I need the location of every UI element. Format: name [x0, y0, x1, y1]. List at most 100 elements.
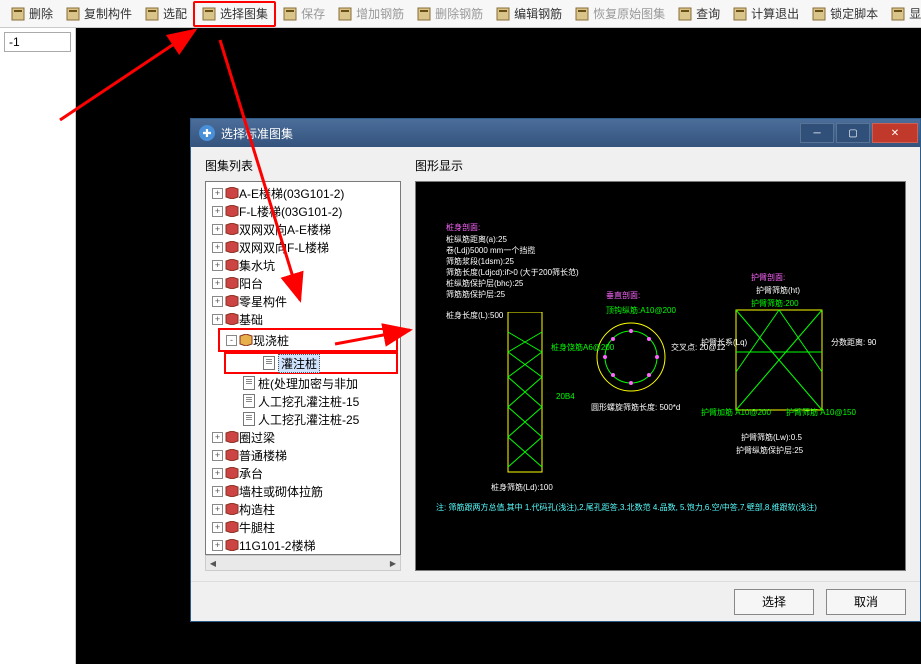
toolbar-label: 删除 — [29, 5, 53, 22]
cad-label: 筛筋长度(Ldjcd):if>0 (大于200筛长范) — [446, 267, 579, 278]
tree-item[interactable]: + 双网双向F-L楼梯 — [208, 238, 398, 256]
expand-icon[interactable]: + — [212, 296, 223, 307]
lock-script-icon — [811, 6, 827, 22]
expand-icon[interactable]: + — [212, 206, 223, 217]
tree-item[interactable]: + 承台 — [208, 464, 398, 482]
stirrup-cage-drawing — [724, 302, 834, 422]
expand-icon[interactable]: + — [212, 540, 223, 551]
tree-item-label: 人工挖孔灌注桩-25 — [258, 411, 359, 428]
toolbar-edit-rebar[interactable]: 编辑钢筋 — [489, 1, 568, 27]
cad-label: 桩纵筋距离(a):25 — [446, 234, 507, 245]
toolbar-label: 增加钢筋 — [356, 5, 404, 22]
expand-icon[interactable]: + — [212, 450, 223, 461]
tree-item-label: 墙柱或砌体拉筋 — [239, 483, 323, 500]
tree-item-label: 现浇桩 — [253, 332, 289, 349]
tree-horizontal-scrollbar[interactable]: ◀ ▶ — [205, 555, 401, 571]
tree-item[interactable]: + 构造柱 — [208, 500, 398, 518]
tree-item[interactable]: + 墙柱或砌体拉筋 — [208, 482, 398, 500]
cad-label: 护臂筛筋(ht) — [756, 285, 800, 296]
expand-icon[interactable]: + — [212, 314, 223, 325]
tree-item[interactable]: 灌注桩 — [228, 354, 394, 372]
cad-label: 护臂长系(Lq) — [701, 337, 747, 348]
cad-label: 桩身剖面: — [446, 222, 480, 233]
tree-item[interactable]: 桩(处理加密与非加 — [208, 374, 398, 392]
toolbar-save: 保存 — [276, 1, 331, 27]
tree-item[interactable]: + F-L楼梯(03G101-2) — [208, 202, 398, 220]
cancel-button[interactable]: 取消 — [826, 589, 906, 615]
expand-icon[interactable]: + — [212, 242, 223, 253]
tree-item[interactable]: + 普通楼梯 — [208, 446, 398, 464]
cad-label: 护臂纵筋保护层:25 — [736, 445, 803, 456]
tree-item-label: 11G101-2楼梯 — [239, 537, 315, 554]
tree-item-label: 灌注桩 — [278, 354, 320, 373]
tree-item-label: 双网双向A-E楼梯 — [239, 221, 331, 238]
toolbar-show-full[interactable]: 显示全图 — [884, 1, 921, 27]
book-icon — [225, 467, 239, 479]
book-icon — [225, 187, 239, 199]
expand-icon[interactable]: + — [212, 522, 223, 533]
toolbar-label: 显示全图 — [909, 5, 921, 22]
expand-icon[interactable]: + — [212, 278, 223, 289]
scroll-right-icon[interactable]: ▶ — [386, 556, 400, 570]
select-drawing-dialog: ✚ 选择标准图集 ─ ▢ ✕ 图集列表 + A-E楼梯(03G101-2)+ F… — [190, 118, 921, 622]
expand-icon[interactable]: + — [212, 224, 223, 235]
expand-icon[interactable]: + — [212, 468, 223, 479]
toolbar-label: 查询 — [696, 5, 720, 22]
tree-item[interactable]: 人工挖孔灌注桩-25 — [208, 410, 398, 428]
minimize-button[interactable]: ─ — [800, 123, 834, 143]
tree-list[interactable]: + A-E楼梯(03G101-2)+ F-L楼梯(03G101-2)+ 双网双向… — [205, 181, 401, 555]
calc-exit-icon — [732, 6, 748, 22]
toolbar-select-drawing-set[interactable]: 选择图集 — [193, 1, 276, 27]
tree-item-label: 构造柱 — [239, 501, 275, 518]
expand-icon[interactable]: - — [226, 335, 237, 346]
maximize-button[interactable]: ▢ — [836, 123, 870, 143]
tree-item[interactable]: + 11G101-2楼梯 — [208, 536, 398, 554]
add-rebar-icon — [337, 6, 353, 22]
tree-item-label: A-E楼梯(03G101-2) — [239, 185, 344, 202]
preview-drawing: 桩身剖面: 桩纵筋距离(a):25 卷(Ldj)5000 mm一个挡揽 筛筋浆段… — [415, 181, 906, 571]
toolbar-select-config[interactable]: 选配 — [138, 1, 193, 27]
toolbar-lock-script[interactable]: 锁定脚本 — [805, 1, 884, 27]
select-button[interactable]: 选择 — [734, 589, 814, 615]
toolbar-label: 锁定脚本 — [830, 5, 878, 22]
close-button[interactable]: ✕ — [872, 123, 918, 143]
titlebar[interactable]: ✚ 选择标准图集 ─ ▢ ✕ — [191, 119, 920, 147]
expand-icon[interactable]: + — [212, 504, 223, 515]
tree-item[interactable]: + 双网双向A-E楼梯 — [208, 220, 398, 238]
pile-section-drawing — [591, 317, 671, 397]
tree-item[interactable]: + 基础 — [208, 310, 398, 328]
tree-item[interactable]: + 阳台 — [208, 274, 398, 292]
left-panel-value: -1 — [9, 35, 20, 49]
tree-item[interactable]: + A-E楼梯(03G101-2) — [208, 184, 398, 202]
tree-item[interactable]: + 圈过梁 — [208, 428, 398, 446]
dialog-icon: ✚ — [199, 125, 215, 141]
scroll-left-icon[interactable]: ◀ — [206, 556, 220, 570]
book-icon — [225, 241, 239, 253]
toolbar-label: 选择图集 — [220, 5, 268, 22]
page-icon — [243, 376, 255, 390]
tree-item-label: 人工挖孔灌注桩-15 — [258, 393, 359, 410]
expand-icon[interactable]: + — [212, 188, 223, 199]
toolbar-label: 选配 — [163, 5, 187, 22]
toolbar-calc-exit[interactable]: 计算退出 — [726, 1, 805, 27]
expand-icon[interactable]: + — [212, 260, 223, 271]
cad-label: 桩身筛筋(Ld):100 — [491, 482, 553, 493]
expand-icon[interactable]: + — [212, 486, 223, 497]
tree-item-label: F-L楼梯(03G101-2) — [239, 203, 342, 220]
tree-item-label: 基础 — [239, 311, 263, 328]
book-icon — [225, 205, 239, 217]
toolbar-add-rebar: 增加钢筋 — [331, 1, 410, 27]
tree-item[interactable]: + 集水坑 — [208, 256, 398, 274]
toolbar-query[interactable]: 查询 — [671, 1, 726, 27]
toolbar-copy-component[interactable]: 复制构件 — [59, 1, 138, 27]
tree-item[interactable]: 人工挖孔灌注桩-15 — [208, 392, 398, 410]
tree-item[interactable]: + 牛腿柱 — [208, 518, 398, 536]
cad-label: 护臂筛筋(Lw):0.5 — [741, 432, 802, 443]
tree-item[interactable]: + 零星构件 — [208, 292, 398, 310]
expand-icon[interactable]: + — [212, 432, 223, 443]
tree-item[interactable]: - 现浇桩 — [222, 331, 394, 349]
toolbar-restore-drawing: 恢复原始图集 — [568, 1, 671, 27]
toolbar-delete[interactable]: 删除 — [4, 1, 59, 27]
cad-label: 护臂筛筋 A10@150 — [786, 407, 856, 418]
tree-item-label: 桩(处理加密与非加 — [258, 375, 358, 392]
